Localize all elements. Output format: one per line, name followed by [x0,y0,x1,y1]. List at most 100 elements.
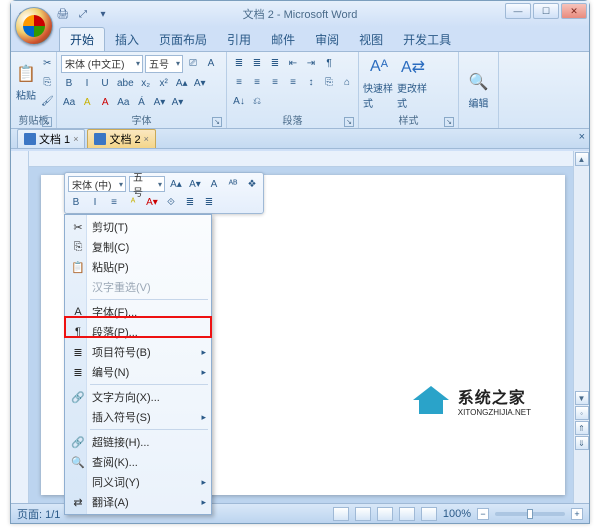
para-extra-button[interactable]: ⎌ [249,94,265,110]
grow-font-button[interactable]: A▴ [174,76,190,92]
zoom-thumb[interactable] [527,509,533,519]
highlight-button[interactable]: A [79,95,95,111]
strike-button[interactable]: abe [115,76,136,92]
menu-item-7[interactable]: ≣项目符号(B)▸ [66,342,210,362]
mini-format-painter[interactable]: ❖ [244,176,260,192]
menu-item-5[interactable]: A字体(F)... [66,302,210,322]
sort-button[interactable]: A↓ [231,94,247,110]
styles-launcher[interactable]: ↘ [444,117,454,127]
font-family-combo[interactable]: 宋体 (中文正) [61,55,143,73]
tab-home[interactable]: 开始 [59,27,105,51]
inc-indent-button[interactable]: ⇥ [303,56,319,72]
tab-references[interactable]: 引用 [217,28,261,51]
mini-bold[interactable]: B [68,194,84,210]
prev-page-button[interactable]: ⇑ [575,421,589,435]
minimize-button[interactable]: — [505,3,531,19]
clipboard-launcher[interactable]: ↘ [42,117,52,127]
bullets-button[interactable]: ≣ [231,56,247,72]
view-fullscreen[interactable] [355,507,371,521]
menu-item-6[interactable]: ¶段落(P)... [66,322,210,342]
show-marks-button[interactable]: ¶ [321,56,337,72]
tab-view[interactable]: 视图 [349,28,393,51]
scroll-down-button[interactable]: ▼ [575,391,589,405]
font-size-combo[interactable]: 五号 [145,55,183,73]
menu-item-16[interactable]: ⇄翻译(A)▸ [66,492,210,512]
view-draft[interactable] [421,507,437,521]
editing-button[interactable]: 🔍 编辑 [463,54,494,126]
doc-tab-2[interactable]: 文档 2× [87,129,155,148]
mini-font-family[interactable]: 宋体 (中) [68,176,126,192]
tab-developer[interactable]: 开发工具 [393,28,461,51]
font-color-button[interactable]: A [97,95,113,111]
tab-review[interactable]: 审阅 [305,28,349,51]
char-shading-button[interactable]: Aa [115,95,131,111]
menu-item-0[interactable]: ✂剪切(T) [66,217,210,237]
zoom-in-button[interactable]: + [571,508,583,520]
menu-item-13[interactable]: 🔗超链接(H)... [66,432,210,452]
shrink-font-button[interactable]: A▾ [192,76,208,92]
paste-button[interactable]: 📋 粘贴 [15,54,37,111]
mini-grow-font[interactable]: A▴ [168,176,184,192]
phonetic-button[interactable]: Á [133,95,149,111]
doc-tab-1[interactable]: 文档 1× [17,129,85,148]
format-painter-button[interactable]: 🖌 [39,94,56,110]
change-case-button[interactable]: Aa [61,95,77,111]
numbering-button[interactable]: ≣ [249,56,265,72]
justify-button[interactable]: ≡ [285,75,301,91]
mini-phonetic[interactable]: ᴬᴮ [225,176,241,192]
zoom-value[interactable]: 100% [443,508,471,520]
menu-item-15[interactable]: 同义词(Y)▸ [66,472,210,492]
view-outline[interactable] [399,507,415,521]
office-button[interactable] [15,7,53,45]
mini-center[interactable]: ≡ [106,194,122,210]
maximize-button[interactable]: ☐ [533,3,559,19]
mini-shrink-font[interactable]: A▾ [187,176,203,192]
dec-indent-button[interactable]: ⇤ [285,56,301,72]
subscript-button[interactable]: x₂ [138,76,154,92]
next-page-button[interactable]: ⇓ [575,436,589,450]
mini-bullets[interactable]: ≣ [182,194,198,210]
menu-item-8[interactable]: ≣编号(N)▸ [66,362,210,382]
tab-layout[interactable]: 页面布局 [149,28,217,51]
mini-italic[interactable]: I [87,194,103,210]
char-border-button[interactable]: A▾ [151,95,167,111]
view-print-layout[interactable] [333,507,349,521]
mini-font-size[interactable]: 五号 [129,176,165,192]
underline-button[interactable]: U [97,76,113,92]
menu-item-2[interactable]: 📋粘贴(P) [66,257,210,277]
font-style-A-button[interactable]: A [203,56,219,72]
menu-item-1[interactable]: ⎘复制(C) [66,237,210,257]
menu-item-10[interactable]: 🔗文字方向(X)... [66,387,210,407]
align-center-button[interactable]: ≡ [249,75,265,91]
borders-button[interactable]: ⌂ [339,75,355,91]
menu-item-14[interactable]: 🔍查阅(K)... [66,452,210,472]
char-scale-button[interactable]: A▾ [169,95,185,111]
line-spacing-button[interactable]: ↕ [303,75,319,91]
zoom-slider[interactable] [495,512,565,516]
font-launcher[interactable]: ↘ [212,117,222,127]
change-styles-button[interactable]: A⇄ 更改样式 [397,54,429,111]
qat-dropdown[interactable]: ▾ [95,6,111,22]
bold-button[interactable]: B [61,76,77,92]
tab-mail[interactable]: 邮件 [261,28,305,51]
doc-tab-2-close[interactable]: × [144,134,149,144]
mini-dec-indent[interactable]: ⟐ [163,194,179,210]
align-left-button[interactable]: ≡ [231,75,247,91]
view-web[interactable] [377,507,393,521]
menu-item-11[interactable]: 插入符号(S)▸ [66,407,210,427]
page-indicator[interactable]: 页面: 1/1 [17,506,60,522]
qat-extra[interactable]: ⤢ [75,6,91,22]
shading-button[interactable]: ⎘ [321,75,337,91]
italic-button[interactable]: I [79,76,95,92]
multilevel-button[interactable]: ≣ [267,56,283,72]
cut-button[interactable]: ✂ [39,56,56,72]
quick-styles-button[interactable]: Aᴬ 快速样式 [363,54,395,111]
mini-styles[interactable]: A [206,176,222,192]
vertical-ruler[interactable] [11,151,29,503]
scroll-up-button[interactable]: ▲ [575,152,589,166]
clear-format-button[interactable]: ⎚ [185,56,201,72]
horizontal-ruler[interactable] [29,151,573,167]
zoom-out-button[interactable]: − [477,508,489,520]
qat-print[interactable]: 🖨 [55,6,71,22]
para-launcher[interactable]: ↘ [344,117,354,127]
